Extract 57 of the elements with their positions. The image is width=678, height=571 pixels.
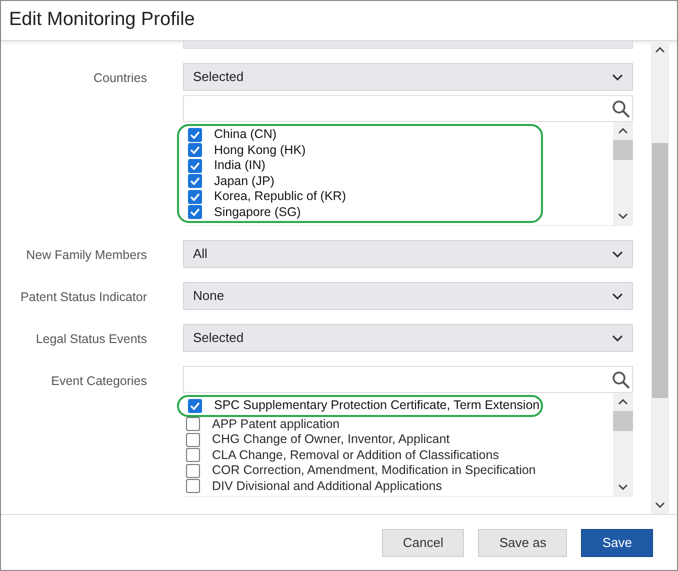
- field-label: Event Categories: [51, 373, 147, 390]
- checkbox[interactable]: [188, 174, 202, 188]
- chevron-down-icon[interactable]: [618, 484, 628, 490]
- search-icon[interactable]: [612, 100, 630, 118]
- dialog-button[interactable]: Save as: [478, 528, 568, 556]
- search-icon[interactable]: [612, 370, 630, 388]
- checkbox[interactable]: [186, 417, 200, 432]
- checkbox[interactable]: [188, 158, 202, 173]
- checklist-item[interactable]: CHG Change of Owner, Inventor, Applicant: [183, 432, 613, 448]
- chevron-down-icon: [612, 334, 623, 342]
- field-label: New Family Members: [26, 247, 147, 264]
- checklist-item[interactable]: China (CN): [185, 127, 541, 142]
- scrollbar-thumb[interactable]: [652, 143, 668, 398]
- field-label: Patent Status Indicator: [20, 289, 147, 306]
- checklist-item[interactable]: CLA Change, Removal or Addition of Classifications: [183, 448, 613, 463]
- dropdown[interactable]: Selected: [183, 324, 633, 352]
- checkbox[interactable]: [186, 464, 200, 478]
- scrollbar-thumb[interactable]: [613, 140, 633, 160]
- dropdown[interactable]: All: [183, 240, 633, 268]
- scrollbar[interactable]: [613, 393, 633, 496]
- checklist-item[interactable]: COR Correction, Amendment, Modification in Specification: [183, 463, 613, 478]
- checkbox[interactable]: [188, 205, 202, 220]
- chevron-up-icon[interactable]: [655, 47, 665, 53]
- checkbox[interactable]: [186, 432, 200, 447]
- chevron-down-icon: [612, 292, 623, 300]
- chevron-down-icon: [612, 74, 623, 80]
- dialog-title: Edit Monitoring Profile: [9, 8, 195, 32]
- checklist-item[interactable]: Singapore (SG): [185, 204, 541, 220]
- checkbox[interactable]: [186, 479, 200, 494]
- chevron-up-icon[interactable]: [618, 399, 628, 405]
- search-field[interactable]: [183, 366, 633, 393]
- chevron-down-icon[interactable]: [655, 502, 665, 508]
- checklist-item[interactable]: Korea, Republic of (KR): [185, 189, 541, 204]
- search-field[interactable]: [183, 95, 633, 122]
- checklist-item[interactable]: SPC Supplementary Protection Certificate, Term Extension: [185, 398, 541, 414]
- dialog-button[interactable]: Save: [581, 528, 653, 556]
- dropdown[interactable]: Selected: [183, 63, 633, 91]
- dialog-button[interactable]: Cancel: [382, 528, 464, 556]
- scrollbar-thumb[interactable]: [613, 411, 633, 431]
- checklist-item[interactable]: APP Patent application: [183, 416, 613, 432]
- checklist-item[interactable]: Japan (JP): [185, 174, 541, 189]
- scrollbar[interactable]: [613, 122, 633, 225]
- checklist-item[interactable]: India (IN): [185, 158, 541, 174]
- checkbox[interactable]: [186, 448, 200, 462]
- field-label: Countries: [94, 70, 147, 87]
- chevron-down-icon: [612, 250, 623, 258]
- checklist-item[interactable]: Hong Kong (HK): [185, 142, 541, 158]
- scrollbar[interactable]: [651, 41, 669, 514]
- checkbox[interactable]: [188, 398, 202, 413]
- chevron-up-icon[interactable]: [618, 128, 628, 134]
- dropdown[interactable]: None: [183, 282, 633, 310]
- field-label: Legal Status Events: [36, 331, 147, 348]
- checklist-item[interactable]: DIV Divisional and Additional Applications: [183, 478, 613, 494]
- checkbox[interactable]: [188, 128, 202, 142]
- chevron-down-icon[interactable]: [618, 213, 628, 219]
- checkbox[interactable]: [188, 190, 202, 204]
- checkbox[interactable]: [188, 143, 202, 158]
